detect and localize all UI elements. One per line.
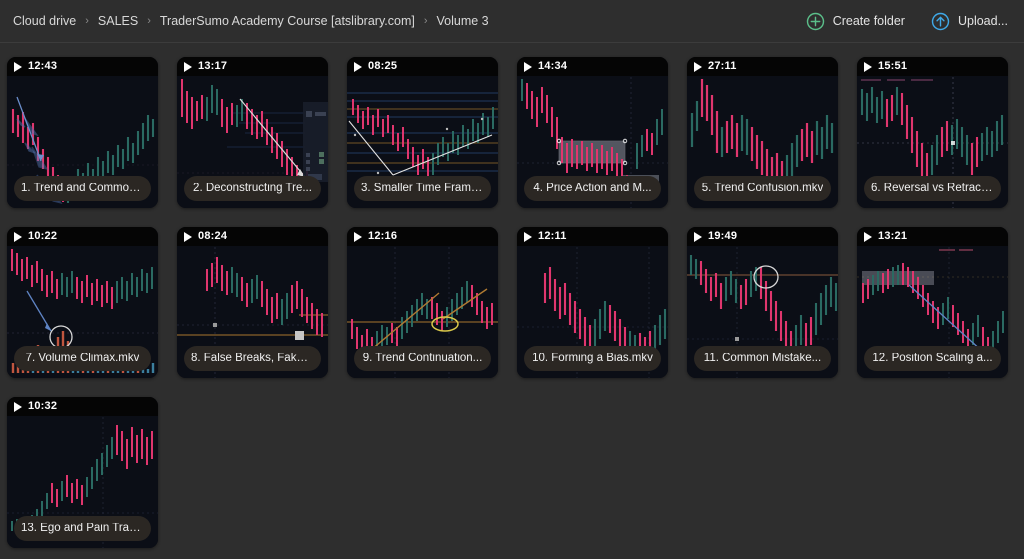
file-title-pill: 12. Position Scaling a... bbox=[864, 346, 1001, 371]
duration-badge: 13:17 bbox=[177, 57, 328, 76]
duration-badge: 12:11 bbox=[517, 227, 668, 246]
upload-label: Upload... bbox=[957, 14, 1008, 28]
file-title: 10. Forming a Bias.mkv bbox=[532, 352, 653, 364]
file-title: 12. Position Scaling a... bbox=[872, 352, 993, 364]
duration-badge: 19:49 bbox=[687, 227, 838, 246]
file-card-3[interactable]: 08:25 3. Smaller Time Frame... bbox=[347, 57, 498, 208]
file-title: 3. Smaller Time Frame... bbox=[361, 182, 484, 194]
duration-text: 15:51 bbox=[878, 60, 908, 72]
file-title: 1. Trend and Common... bbox=[21, 182, 144, 194]
play-icon bbox=[14, 401, 22, 412]
play-icon bbox=[14, 61, 22, 72]
file-title-pill: 3. Smaller Time Frame... bbox=[354, 176, 491, 201]
play-icon bbox=[864, 61, 872, 72]
duration-badge: 08:24 bbox=[177, 227, 328, 246]
duration-text: 12:11 bbox=[538, 230, 567, 242]
file-card-5[interactable]: 27:11 5. Trend Confusion.mkv bbox=[687, 57, 838, 208]
duration-badge: 12:43 bbox=[7, 57, 158, 76]
circle-plus-icon bbox=[806, 12, 824, 30]
file-title: 8. False Breaks, Fake-... bbox=[191, 352, 314, 364]
upload-button[interactable]: Upload... bbox=[929, 9, 1010, 34]
duration-text: 27:11 bbox=[708, 60, 737, 72]
duration-text: 14:34 bbox=[538, 60, 568, 72]
file-title: 5. Trend Confusion.mkv bbox=[701, 182, 824, 194]
duration-badge: 13:21 bbox=[857, 227, 1008, 246]
duration-text: 12:16 bbox=[368, 230, 398, 242]
file-title: 11. Common Mistake... bbox=[703, 352, 822, 364]
file-title-pill: 5. Trend Confusion.mkv bbox=[694, 176, 831, 201]
play-icon bbox=[694, 61, 702, 72]
breadcrumb-separator-icon: › bbox=[85, 14, 89, 27]
play-icon bbox=[184, 61, 192, 72]
file-title-pill: 10. Forming a Bias.mkv bbox=[524, 346, 661, 371]
duration-text: 19:49 bbox=[708, 230, 738, 242]
file-title-pill: 9. Trend Continuation... bbox=[354, 346, 491, 371]
file-title: 9. Trend Continuation... bbox=[362, 352, 483, 364]
duration-badge: 10:32 bbox=[7, 397, 158, 416]
circle-arrow-up-icon bbox=[931, 12, 950, 30]
play-icon bbox=[524, 61, 532, 72]
file-title: 2. Deconstructing Tre... bbox=[193, 182, 312, 194]
file-title-pill: 6. Reversal vs Retrace... bbox=[864, 176, 1001, 201]
file-card-7[interactable]: 10:22 7. Volume Climax.mkv bbox=[7, 227, 158, 378]
duration-text: 12:43 bbox=[28, 60, 58, 72]
play-icon bbox=[354, 231, 362, 242]
file-card-10[interactable]: 12:11 10. Forming a Bias.mkv bbox=[517, 227, 668, 378]
duration-text: 08:25 bbox=[368, 60, 398, 72]
duration-badge: 10:22 bbox=[7, 227, 158, 246]
file-title-pill: 4. Price Action and M... bbox=[524, 176, 661, 201]
duration-badge: 14:34 bbox=[517, 57, 668, 76]
duration-text: 08:24 bbox=[198, 230, 228, 242]
file-card-6[interactable]: 15:51 6. Reversal vs Retrace... bbox=[857, 57, 1008, 208]
play-icon bbox=[524, 231, 532, 242]
file-title-pill: 8. False Breaks, Fake-... bbox=[184, 346, 321, 371]
file-grid: 12:43 1. Trend and Common... 13:17 2. De… bbox=[0, 44, 1024, 559]
duration-text: 13:21 bbox=[878, 230, 908, 242]
file-card-1[interactable]: 12:43 1. Trend and Common... bbox=[7, 57, 158, 208]
breadcrumb-separator-icon: › bbox=[423, 14, 428, 27]
file-title: 4. Price Action and M... bbox=[533, 182, 652, 194]
file-title-pill: 1. Trend and Common... bbox=[14, 176, 151, 201]
file-card-9[interactable]: 12:16 9. Trend Continuation... bbox=[347, 227, 498, 378]
play-icon bbox=[694, 231, 702, 242]
file-card-8[interactable]: 08:24 8. False Breaks, Fake-... bbox=[177, 227, 328, 378]
file-grid-row: 10:32 13. Ego and Pain Tradi... bbox=[7, 397, 1024, 548]
duration-badge: 15:51 bbox=[857, 57, 1008, 76]
breadcrumb-separator-icon: › bbox=[147, 14, 151, 27]
file-title-pill: 13. Ego and Pain Tradi... bbox=[14, 516, 151, 541]
duration-badge: 08:25 bbox=[347, 57, 498, 76]
file-card-2[interactable]: 13:17 2. Deconstructing Tre... bbox=[177, 57, 328, 208]
duration-text: 10:32 bbox=[28, 400, 58, 412]
create-folder-button[interactable]: Create folder bbox=[804, 9, 907, 34]
file-grid-row: 12:43 1. Trend and Common... 13:17 2. De… bbox=[7, 57, 1024, 208]
file-title-pill: 7. Volume Climax.mkv bbox=[14, 346, 151, 371]
breadcrumb-item-course[interactable]: TraderSumo Academy Course [atslibrary.co… bbox=[159, 13, 416, 29]
file-card-12[interactable]: 13:21 12. Position Scaling a... bbox=[857, 227, 1008, 378]
breadcrumb: Cloud drive › SALES › TraderSumo Academy… bbox=[12, 13, 490, 29]
play-icon bbox=[864, 231, 872, 242]
play-icon bbox=[184, 231, 192, 242]
duration-text: 10:22 bbox=[28, 230, 58, 242]
header-bar: Cloud drive › SALES › TraderSumo Academy… bbox=[0, 0, 1024, 43]
file-grid-row: 10:22 7. Volume Climax.mkv 08:24 8. Fals… bbox=[7, 227, 1024, 378]
duration-badge: 27:11 bbox=[687, 57, 838, 76]
file-card-13[interactable]: 10:32 13. Ego and Pain Tradi... bbox=[7, 397, 158, 548]
play-icon bbox=[14, 231, 22, 242]
file-title-pill: 2. Deconstructing Tre... bbox=[184, 176, 321, 201]
file-title: 7. Volume Climax.mkv bbox=[25, 352, 140, 364]
breadcrumb-item-cloud-drive[interactable]: Cloud drive bbox=[12, 13, 77, 29]
file-title-pill: 11. Common Mistake... bbox=[694, 346, 831, 371]
breadcrumb-item-sales[interactable]: SALES bbox=[97, 13, 139, 29]
file-title: 6. Reversal vs Retrace... bbox=[871, 182, 994, 194]
file-card-11[interactable]: 19:49 11. Common Mistake... bbox=[687, 227, 838, 378]
breadcrumb-item-volume-3[interactable]: Volume 3 bbox=[436, 13, 490, 29]
file-title: 13. Ego and Pain Tradi... bbox=[21, 522, 144, 534]
duration-text: 13:17 bbox=[198, 60, 228, 72]
play-icon bbox=[354, 61, 362, 72]
duration-badge: 12:16 bbox=[347, 227, 498, 246]
header-actions: Create folder Upload... bbox=[804, 9, 1010, 34]
file-card-4[interactable]: 14:34 4. Price Action and M... bbox=[517, 57, 668, 208]
create-folder-label: Create folder bbox=[832, 14, 905, 28]
